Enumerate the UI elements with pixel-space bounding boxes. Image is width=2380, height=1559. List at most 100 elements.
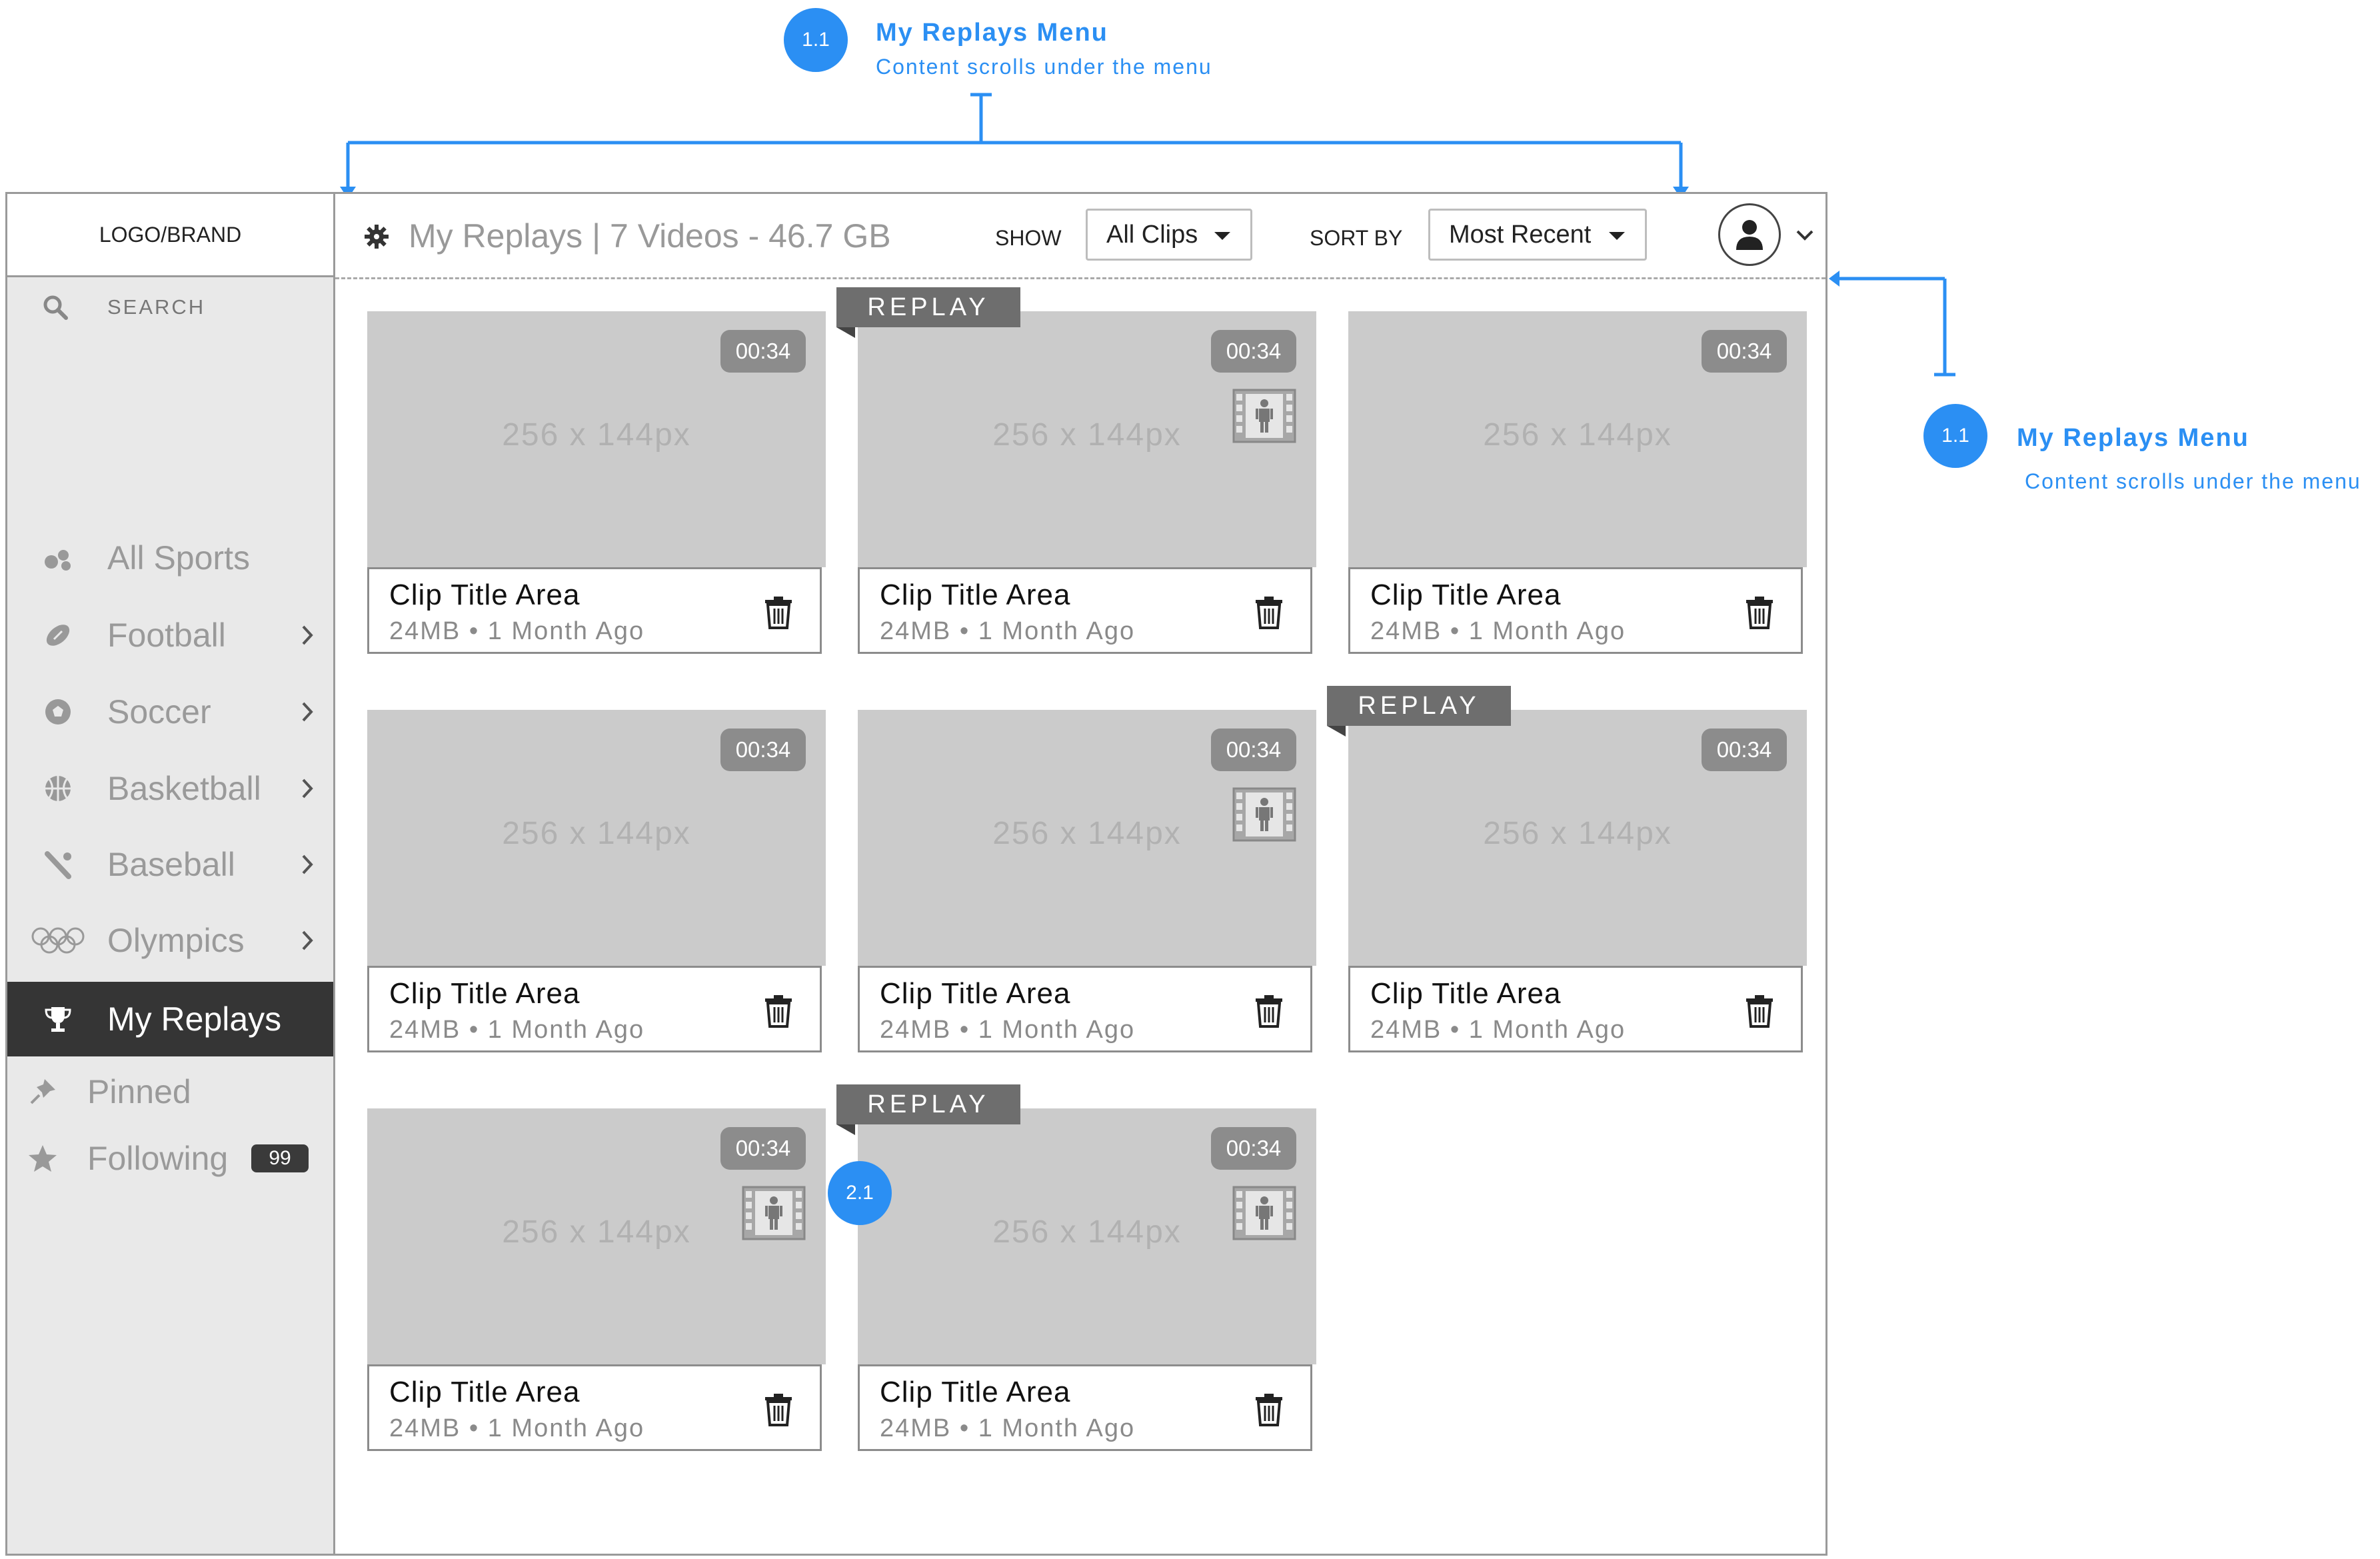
trash-icon[interactable] — [764, 596, 793, 629]
sidebar-item-basketball[interactable]: Basketball — [7, 755, 333, 822]
sidebar-item-pinned[interactable]: Pinned — [7, 1062, 333, 1122]
search-label: SEARCH — [107, 295, 206, 319]
trash-icon[interactable] — [1745, 994, 1774, 1028]
clip-thumbnail[interactable]: 256 x 144px 00:34 — [1348, 311, 1807, 567]
thumbnail-placeholder: 256 x 144px — [502, 816, 691, 851]
trash-icon[interactable] — [764, 1393, 793, 1426]
clip-thumbnail[interactable]: 256 x 144px 00:34 — [858, 710, 1316, 966]
clip-card[interactable]: 256 x 144px 00:34 Clip Title Area 24MB • 1 … — [367, 311, 826, 658]
duration-badge: 00:34 — [1211, 729, 1296, 771]
clip-card[interactable]: 256 x 144px 00:34 Clip Title Area 24MB • 1 … — [858, 1108, 1316, 1455]
show-dropdown-value: All Clips — [1106, 220, 1198, 249]
sidebar-item-label: My Replays — [107, 1000, 282, 1038]
sort-dropdown-value: Most Recent — [1449, 220, 1592, 249]
following-count-badge: 99 — [251, 1144, 309, 1172]
page-title: My Replays | 7 Videos - 46.7 GB — [409, 217, 891, 255]
sidebar-item-my-replays[interactable]: My Replays — [7, 982, 333, 1056]
chevron-right-icon — [302, 930, 313, 950]
user-icon — [1736, 220, 1763, 250]
thumbnail-placeholder: 256 x 144px — [1483, 816, 1672, 851]
app-window: LOGO/BRAND SEARCH All Sports Football So… — [5, 192, 1827, 1556]
baseball-icon — [45, 851, 71, 879]
clip-info: Clip Title Area 24MB • 1 Month Ago — [367, 966, 822, 1052]
basketball-icon — [45, 776, 71, 801]
trash-icon[interactable] — [764, 994, 793, 1028]
chevron-down-icon[interactable] — [1795, 229, 1815, 242]
olympics-icon — [31, 927, 85, 954]
clip-meta: 24MB • 1 Month Ago — [880, 1414, 1135, 1443]
clip-size: 24MB — [1370, 617, 1442, 645]
trash-icon[interactable] — [1254, 1393, 1284, 1426]
clip-title[interactable]: Clip Title Area — [880, 579, 1070, 612]
sidebar-item-football[interactable]: Football — [7, 602, 333, 669]
meta-separator: • — [469, 1016, 480, 1044]
chevron-right-icon — [302, 779, 313, 798]
all-sports-icon — [45, 550, 71, 571]
sidebar-item-baseball[interactable]: Baseball — [7, 831, 333, 898]
search-button[interactable]: SEARCH — [7, 287, 333, 327]
clip-card[interactable]: 256 x 144px 00:34 Clip Title Area 24MB • 1 … — [1348, 710, 1807, 1056]
clip-card[interactable]: 256 x 144px 00:34 Clip Title Area 24MB • 1 … — [858, 311, 1316, 658]
title-separator: | — [592, 217, 601, 255]
sidebar-item-label: Following — [87, 1140, 229, 1177]
clip-title[interactable]: Clip Title Area — [389, 1376, 580, 1409]
clip-card[interactable]: 256 x 144px 00:34 Clip Title Area 24MB • 1 … — [1348, 311, 1807, 658]
clip-title[interactable]: Clip Title Area — [880, 977, 1070, 1010]
clip-thumbnail[interactable]: 256 x 144px 00:34 — [367, 311, 826, 567]
sidebar: LOGO/BRAND SEARCH All Sports Football So… — [7, 194, 335, 1554]
clip-title[interactable]: Clip Title Area — [880, 1376, 1070, 1409]
meta-separator: • — [959, 1414, 970, 1442]
clip-thumbnail[interactable]: 256 x 144px 00:34 — [367, 710, 826, 966]
annotation-subtitle-right: Content scrolls under the menu — [2025, 469, 2361, 493]
football-icon — [46, 625, 70, 646]
clip-title[interactable]: Clip Title Area — [389, 579, 580, 612]
video-summary: 7 Videos - 46.7 GB — [610, 217, 891, 255]
sidebar-item-label: Olympics — [107, 922, 245, 959]
chevron-right-icon — [302, 625, 313, 645]
meta-separator: • — [959, 1016, 970, 1044]
avatar[interactable] — [1718, 203, 1781, 266]
sort-dropdown[interactable]: Most Recent — [1428, 209, 1647, 261]
film-person-icon — [1232, 389, 1296, 443]
sidebar-item-label: Football — [107, 617, 226, 654]
gear-icon[interactable] — [363, 223, 390, 250]
sidebar-item-olympics[interactable]: Olympics — [7, 907, 333, 974]
film-person-icon — [1232, 1186, 1296, 1240]
annotation-badge-right: 1.1 — [1923, 404, 1987, 468]
clip-title[interactable]: Clip Title Area — [389, 977, 580, 1010]
duration-badge: 00:34 — [1702, 729, 1787, 771]
clip-card[interactable]: 256 x 144px 00:34 Clip Title Area 24MB • 1 … — [367, 1108, 826, 1455]
sidebar-item-following[interactable]: Following 99 — [7, 1128, 333, 1188]
trash-icon[interactable] — [1254, 596, 1284, 629]
trash-icon[interactable] — [1254, 994, 1284, 1028]
sidebar-item-all-sports[interactable]: All Sports — [7, 525, 333, 591]
trophy-icon — [45, 1007, 71, 1032]
show-dropdown[interactable]: All Clips — [1086, 209, 1252, 261]
sidebar-item-label: All Sports — [107, 539, 250, 577]
duration-badge: 00:34 — [1702, 330, 1787, 373]
duration-badge: 00:34 — [720, 330, 806, 373]
clip-title[interactable]: Clip Title Area — [1370, 579, 1561, 612]
clip-meta: 24MB • 1 Month Ago — [880, 617, 1135, 646]
sidebar-item-soccer[interactable]: Soccer — [7, 679, 333, 745]
replay-tag-fold — [836, 327, 855, 338]
clip-card[interactable]: 256 x 144px 00:34 Clip Title Area 24MB • 1 … — [367, 710, 826, 1056]
duration-badge: 00:34 — [720, 1127, 806, 1170]
annotation-badge-top: 1.1 — [784, 8, 848, 72]
clip-age: 1 Month Ago — [978, 1016, 1136, 1044]
clip-meta: 24MB • 1 Month Ago — [389, 1414, 644, 1443]
clip-meta: 24MB • 1 Month Ago — [1370, 617, 1626, 646]
clip-thumbnail[interactable]: 256 x 144px 00:34 — [1348, 710, 1807, 966]
clip-thumbnail[interactable]: 256 x 144px 00:34 — [858, 311, 1316, 567]
clip-card[interactable]: 256 x 144px 00:34 Clip Title Area 24MB • 1 … — [858, 710, 1316, 1056]
clip-info: Clip Title Area 24MB • 1 Month Ago — [367, 567, 822, 654]
clip-title[interactable]: Clip Title Area — [1370, 977, 1561, 1010]
replay-tag: REPLAY — [836, 287, 1020, 327]
clip-age: 1 Month Ago — [1468, 617, 1626, 645]
trash-icon[interactable] — [1745, 596, 1774, 629]
sidebar-item-label: Soccer — [107, 693, 211, 731]
annotation-number: 2.1 — [846, 1182, 874, 1204]
clip-thumbnail[interactable]: 256 x 144px 00:34 — [367, 1108, 826, 1364]
clip-thumbnail[interactable]: 256 x 144px 00:34 — [858, 1108, 1316, 1364]
logo[interactable]: LOGO/BRAND — [7, 194, 333, 277]
